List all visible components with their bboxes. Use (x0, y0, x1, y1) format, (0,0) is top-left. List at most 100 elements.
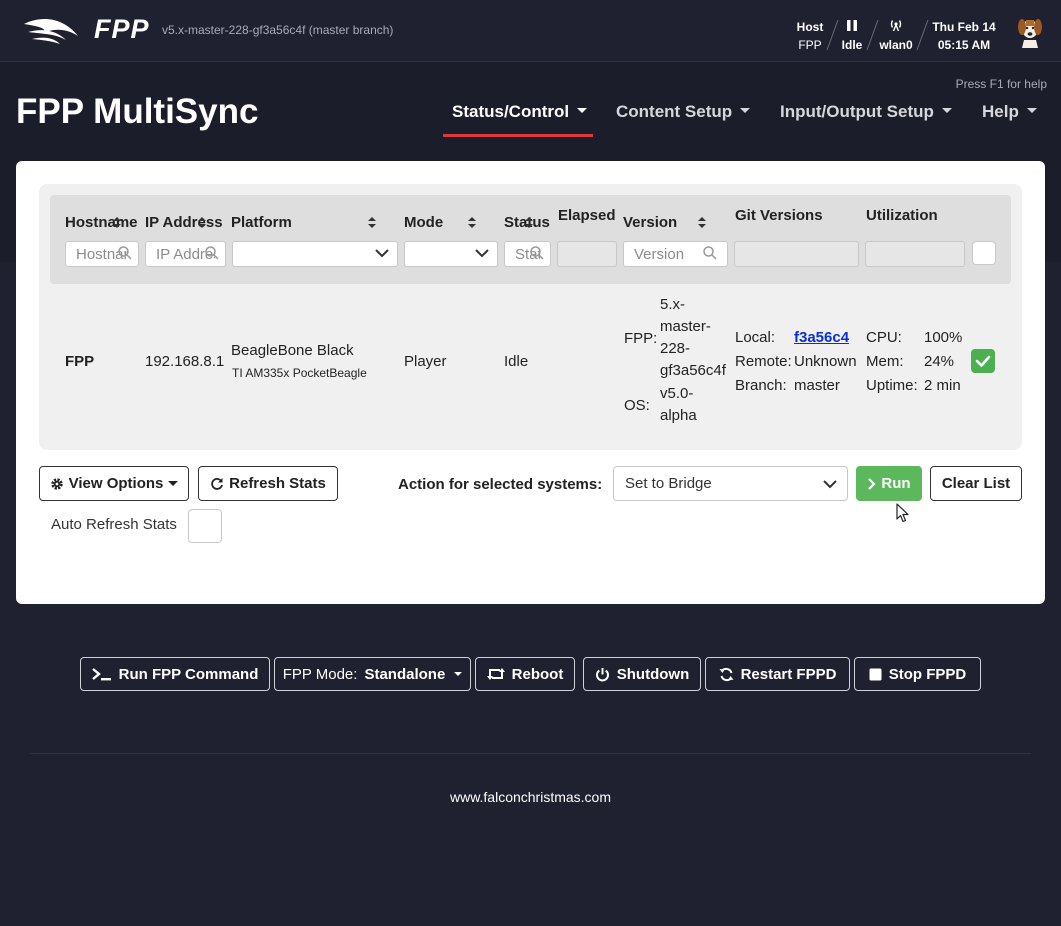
stop-fppd-label: Stop FPPD (888, 665, 967, 683)
auto-refresh-label: Auto Refresh Stats (51, 516, 177, 533)
fpp-version-line: gf3a56c4f (660, 362, 726, 379)
col-ip-address[interactable]: IP Address (145, 214, 223, 231)
search-icon (118, 246, 132, 260)
cpu-label: CPU: (866, 329, 902, 346)
power-icon (595, 667, 609, 681)
sort-icon[interactable] (113, 217, 121, 229)
search-icon (530, 246, 544, 260)
view-options-button[interactable]: View Options (39, 466, 189, 501)
restart-fppd-label: Restart FPPD (740, 665, 837, 683)
row-platform: BeagleBone Black (231, 342, 354, 359)
col-version[interactable]: Version (623, 214, 677, 231)
fpp-mode-button[interactable]: FPP Mode: Standalone (274, 657, 471, 691)
col-hostname[interactable]: Hostname (65, 214, 138, 231)
clear-list-label: Clear List (941, 475, 1011, 492)
git-remote-label: Remote: (735, 353, 792, 370)
checkmark-icon (975, 355, 991, 367)
row-mode: Player (404, 353, 447, 370)
refresh-stats-label: Refresh Stats (229, 475, 326, 492)
git-local-link[interactable]: f3a56c4 (794, 326, 849, 350)
top-bar: FPP v5.x-master-228-gf3a56c4f (master br… (0, 0, 1061, 62)
fpp-version-line: 5.x- (660, 296, 686, 313)
table-header: Hostname IP Address Platform Mode Status… (50, 195, 1011, 284)
wireless-icon (876, 18, 916, 36)
chevron-down-icon (823, 480, 837, 489)
uptime-label: Uptime: (866, 377, 918, 394)
chevron-down-icon (475, 249, 489, 258)
stop-icon (869, 668, 882, 680)
retweet-icon (486, 668, 505, 680)
sort-icon[interactable] (368, 217, 376, 229)
nav-label: Input/Output Setup (780, 102, 934, 121)
caret-down-icon (577, 108, 588, 114)
col-mode[interactable]: Mode (404, 214, 443, 231)
action-label: Action for selected systems: (398, 476, 603, 493)
nav-label: Content Setup (616, 102, 733, 121)
caret-down-icon (168, 481, 179, 486)
nav-content-setup[interactable]: Content Setup (616, 102, 751, 122)
pause-icon (838, 18, 866, 36)
nav-help[interactable]: Help (982, 102, 1037, 122)
host-value: FPP (798, 38, 822, 52)
time-text: 05:15 AM (937, 38, 991, 52)
row-select-checkbox[interactable] (971, 349, 995, 373)
status-filter[interactable] (504, 241, 551, 267)
footer-link[interactable]: www.falconchristmas.com (0, 789, 1061, 805)
sort-icon[interactable] (198, 217, 206, 229)
mode-filter-select[interactable] (404, 241, 498, 267)
caret-down-icon (740, 108, 751, 114)
sort-icon[interactable] (698, 217, 706, 229)
terminal-icon (91, 668, 111, 681)
col-platform[interactable]: Platform (231, 214, 292, 231)
active-nav-underline (443, 134, 593, 137)
host-status[interactable]: Host FPP (792, 18, 828, 54)
utilization-filter (865, 241, 965, 267)
user-avatar-icon[interactable] (1014, 14, 1046, 48)
fpp-logo-text[interactable]: FPP (94, 14, 150, 45)
caret-down-icon (1026, 108, 1037, 114)
clear-list-button[interactable]: Clear List (930, 466, 1022, 501)
date-text: Thu Feb 14 (932, 20, 996, 34)
network-status[interactable]: wlan0 (876, 18, 916, 54)
restart-fppd-button[interactable]: Restart FPPD (705, 657, 850, 691)
ip-filter[interactable] (145, 241, 226, 267)
sort-icon[interactable] (525, 217, 533, 229)
sort-icon[interactable] (468, 217, 476, 229)
git-local-label: Local: (735, 329, 776, 346)
run-button[interactable]: Run (856, 466, 922, 501)
run-fpp-command-button[interactable]: Run FPP Command (80, 657, 270, 691)
falcon-logo-icon[interactable] (22, 14, 80, 46)
search-icon (703, 246, 717, 260)
nav-label: Status/Control (452, 102, 570, 121)
nav-input-output-setup[interactable]: Input/Output Setup (780, 102, 952, 122)
fpp-version: 5.x- master- 228- gf3a56c4f (660, 294, 726, 382)
hostname-filter[interactable] (65, 241, 139, 267)
fpp-mode-label: FPP Mode: (282, 665, 358, 683)
stop-fppd-button[interactable]: Stop FPPD (854, 657, 981, 691)
player-status[interactable]: Idle (838, 18, 866, 54)
platform-filter-select[interactable] (232, 241, 398, 267)
multisync-card: Hostname IP Address Platform Mode Status… (16, 161, 1045, 604)
host-label: Host (796, 20, 824, 34)
divider (826, 20, 839, 50)
view-options-label: View Options (68, 475, 164, 492)
refresh-stats-button[interactable]: Refresh Stats (198, 466, 338, 501)
fpp-version-label: FPP: (624, 330, 658, 347)
shutdown-button[interactable]: Shutdown (583, 657, 701, 691)
row-ip: 192.168.8.1 (145, 353, 225, 370)
search-icon (205, 246, 219, 260)
os-version-line: alpha (660, 407, 697, 424)
nav-status-control[interactable]: Status/Control (452, 102, 588, 122)
version-text: v5.x-master-228-gf3a56c4f (master branch… (162, 23, 394, 37)
version-filter[interactable] (623, 241, 728, 267)
auto-refresh-checkbox[interactable] (188, 509, 222, 543)
os-version: v5.0- alpha (660, 383, 697, 427)
action-select[interactable]: Set to Bridge (613, 466, 848, 501)
elapsed-filter (557, 241, 617, 267)
fpp-version-line: 228- (660, 340, 691, 357)
select-all-checkbox[interactable] (972, 241, 996, 265)
reboot-button[interactable]: Reboot (475, 657, 575, 691)
git-remote: Unknown (794, 353, 857, 370)
fpp-version-line: master- (660, 318, 711, 335)
page-title: FPP MultiSync (16, 92, 259, 131)
